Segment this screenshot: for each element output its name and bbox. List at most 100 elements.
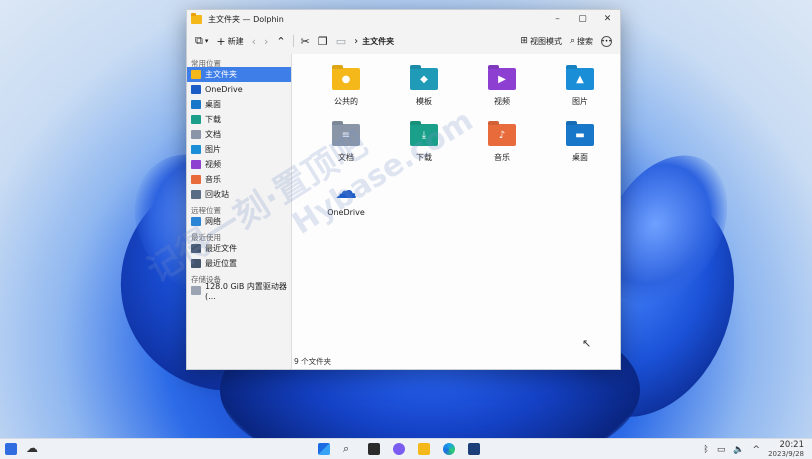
folder-item-label: 桌面 bbox=[572, 153, 588, 162]
sidebar-item-label: OneDrive bbox=[205, 85, 243, 94]
picture-folder-icon: ▲ bbox=[566, 68, 594, 90]
chevron-right-icon: › bbox=[264, 34, 269, 48]
grid-view-icon: ⊞ bbox=[520, 36, 528, 46]
back-button[interactable]: ‹ bbox=[248, 31, 260, 51]
mouse-cursor-icon: ↖ bbox=[582, 337, 592, 350]
folder-item[interactable]: ▶ 视频 bbox=[463, 64, 541, 112]
divider bbox=[292, 35, 294, 47]
tray-chevron-icon[interactable]: ^ bbox=[753, 445, 761, 455]
view-mode-button[interactable]: ⊞ 视图模式 bbox=[516, 31, 566, 51]
folder-item-label: 音乐 bbox=[494, 153, 510, 162]
plus-icon: + bbox=[216, 34, 226, 48]
sidebar-item[interactable]: 网络 bbox=[187, 214, 291, 229]
clock[interactable]: 20:21 2023/9/28 bbox=[768, 439, 805, 459]
new-tab-icon: ⧉ bbox=[195, 34, 203, 47]
copy-button[interactable]: ❐ bbox=[314, 31, 332, 51]
folder-item[interactable]: ≡ 文档 bbox=[307, 120, 385, 168]
sidebar-item[interactable]: 文档 bbox=[187, 127, 291, 142]
forward-button[interactable]: › bbox=[260, 31, 272, 51]
sidebar-section-remote: 远程位置 bbox=[191, 206, 221, 215]
folder-item[interactable]: ▬ 桌面 bbox=[541, 120, 619, 168]
sidebar-item-icon bbox=[191, 217, 201, 226]
window-title: 主文件夹 — Dolphin bbox=[208, 14, 284, 24]
sidebar-item[interactable]: 桌面 bbox=[187, 97, 291, 112]
sidebar-item[interactable]: 音乐 bbox=[187, 172, 291, 187]
folder-item[interactable]: ♪ 音乐 bbox=[463, 120, 541, 168]
sidebar-item-icon bbox=[191, 145, 201, 154]
sidebar-item-label: 桌面 bbox=[205, 100, 221, 109]
file-view[interactable]: ● 公共的 ◆ 模板 ▶ 视频 ▲ 图片 ≡ 文档 ⤓ 下载 ♪ 音乐 ▬ 桌面 ☁ OneDrive 9 个文件… bbox=[291, 54, 620, 369]
file-explorer-icon[interactable] bbox=[418, 443, 430, 455]
up-button[interactable]: ⌃ bbox=[272, 31, 289, 51]
sidebar-item[interactable]: 最近文件 bbox=[187, 241, 291, 256]
template-folder-icon: ◆ bbox=[410, 68, 438, 90]
new-button[interactable]: + 新建 bbox=[212, 31, 247, 51]
task-view-icon[interactable] bbox=[368, 443, 380, 455]
sidebar-item-label: 音乐 bbox=[205, 175, 221, 184]
sidebar-item-icon bbox=[191, 175, 201, 184]
title-bar[interactable]: 主文件夹 — Dolphin – ▢ ✕ bbox=[187, 10, 620, 28]
breadcrumb-chevron-icon: › bbox=[354, 35, 359, 47]
sidebar-item-label: 最近位置 bbox=[205, 259, 237, 268]
start-windows-icon[interactable] bbox=[318, 443, 330, 455]
volume-icon[interactable]: 🔈 bbox=[733, 445, 744, 455]
sidebar-item-label: 回收站 bbox=[205, 190, 229, 199]
sidebar-item-icon bbox=[191, 259, 201, 268]
copy-icon: ❐ bbox=[317, 34, 328, 48]
sidebar-section-recent: 最近使用 bbox=[191, 233, 221, 242]
sidebar-item-label: 128.0 GiB 内置驱动器 (... bbox=[205, 281, 287, 301]
chat-icon[interactable] bbox=[393, 443, 405, 455]
search-icon[interactable]: ⌕ bbox=[343, 443, 355, 455]
new-button-label: 新建 bbox=[227, 36, 244, 46]
edge-browser-icon[interactable] bbox=[443, 443, 455, 455]
sidebar-item[interactable]: 下载 bbox=[187, 112, 291, 127]
folder-item[interactable]: ● 公共的 bbox=[307, 64, 385, 112]
sidebar-item[interactable]: 最近位置 bbox=[187, 256, 291, 271]
view-mode-label: 视图模式 bbox=[529, 36, 562, 46]
breadcrumb[interactable]: › 主文件夹 bbox=[350, 31, 398, 51]
sidebar-item[interactable]: 图片 bbox=[187, 142, 291, 157]
new-tab-button[interactable]: ⧉ ▾ bbox=[191, 31, 212, 51]
sidebar-item[interactable]: 主文件夹 bbox=[187, 67, 291, 82]
folder-item[interactable]: ☁ OneDrive bbox=[307, 176, 385, 224]
store-icon[interactable] bbox=[468, 443, 480, 455]
sidebar-item-icon bbox=[191, 244, 201, 253]
scissors-icon: ✂ bbox=[300, 34, 310, 48]
sidebar-item[interactable]: 视频 bbox=[187, 157, 291, 172]
sidebar-item-icon bbox=[191, 70, 201, 79]
sidebar-item-label: 下载 bbox=[205, 115, 221, 124]
dolphin-window: 主文件夹 — Dolphin – ▢ ✕ ⧉ ▾ + 新建 ‹ › ⌃ ✂ ❐ ▭… bbox=[186, 9, 621, 370]
sidebar-item-label: 网络 bbox=[205, 217, 221, 226]
search-button[interactable]: ⌕ 搜索 bbox=[566, 31, 597, 51]
sidebar-item-icon bbox=[191, 190, 201, 199]
weather-cloud-icon[interactable]: ☁ bbox=[26, 441, 38, 455]
folder-item-label: 文档 bbox=[338, 153, 354, 162]
sidebar-item-label: 主文件夹 bbox=[205, 70, 237, 79]
cut-button[interactable]: ✂ bbox=[297, 31, 314, 51]
folder-item[interactable]: ◆ 模板 bbox=[385, 64, 463, 112]
menu-button[interactable]: ••• bbox=[597, 31, 616, 51]
folder-item[interactable]: ▲ 图片 bbox=[541, 64, 619, 112]
cloud-folder-icon: ☁ bbox=[335, 178, 357, 204]
bluetooth-icon[interactable]: ᛒ bbox=[703, 445, 708, 455]
minimize-button[interactable]: – bbox=[545, 10, 570, 28]
maximize-button[interactable]: ▢ bbox=[570, 10, 595, 28]
sidebar-item-label: 最近文件 bbox=[205, 244, 237, 253]
paste-button[interactable]: ▭ bbox=[332, 31, 350, 51]
video-folder-icon: ▶ bbox=[488, 68, 516, 90]
search-icon: ⌕ bbox=[569, 36, 575, 46]
display-icon[interactable]: ▭ bbox=[717, 445, 726, 455]
folder-item-label: 公共的 bbox=[334, 97, 358, 106]
folder-item-label: 模板 bbox=[416, 97, 432, 106]
clock-time: 20:21 bbox=[779, 439, 805, 450]
widgets-icon[interactable] bbox=[5, 443, 17, 455]
sidebar-item[interactable]: OneDrive bbox=[187, 82, 291, 97]
sidebar-item[interactable]: 128.0 GiB 内置驱动器 (... bbox=[187, 281, 291, 301]
clipboard-icon: ▭ bbox=[335, 34, 347, 48]
sidebar-section-places: 常用位置 bbox=[191, 59, 221, 68]
sidebar-item[interactable]: 回收站 bbox=[187, 187, 291, 202]
sidebar-item-label: 文档 bbox=[205, 130, 221, 139]
close-button[interactable]: ✕ bbox=[595, 10, 620, 28]
taskbar: ☁ ⌕ ᛒ ▭ 🔈 ^ 20:21 2023/9/28 bbox=[0, 438, 812, 459]
folder-item[interactable]: ⤓ 下载 bbox=[385, 120, 463, 168]
